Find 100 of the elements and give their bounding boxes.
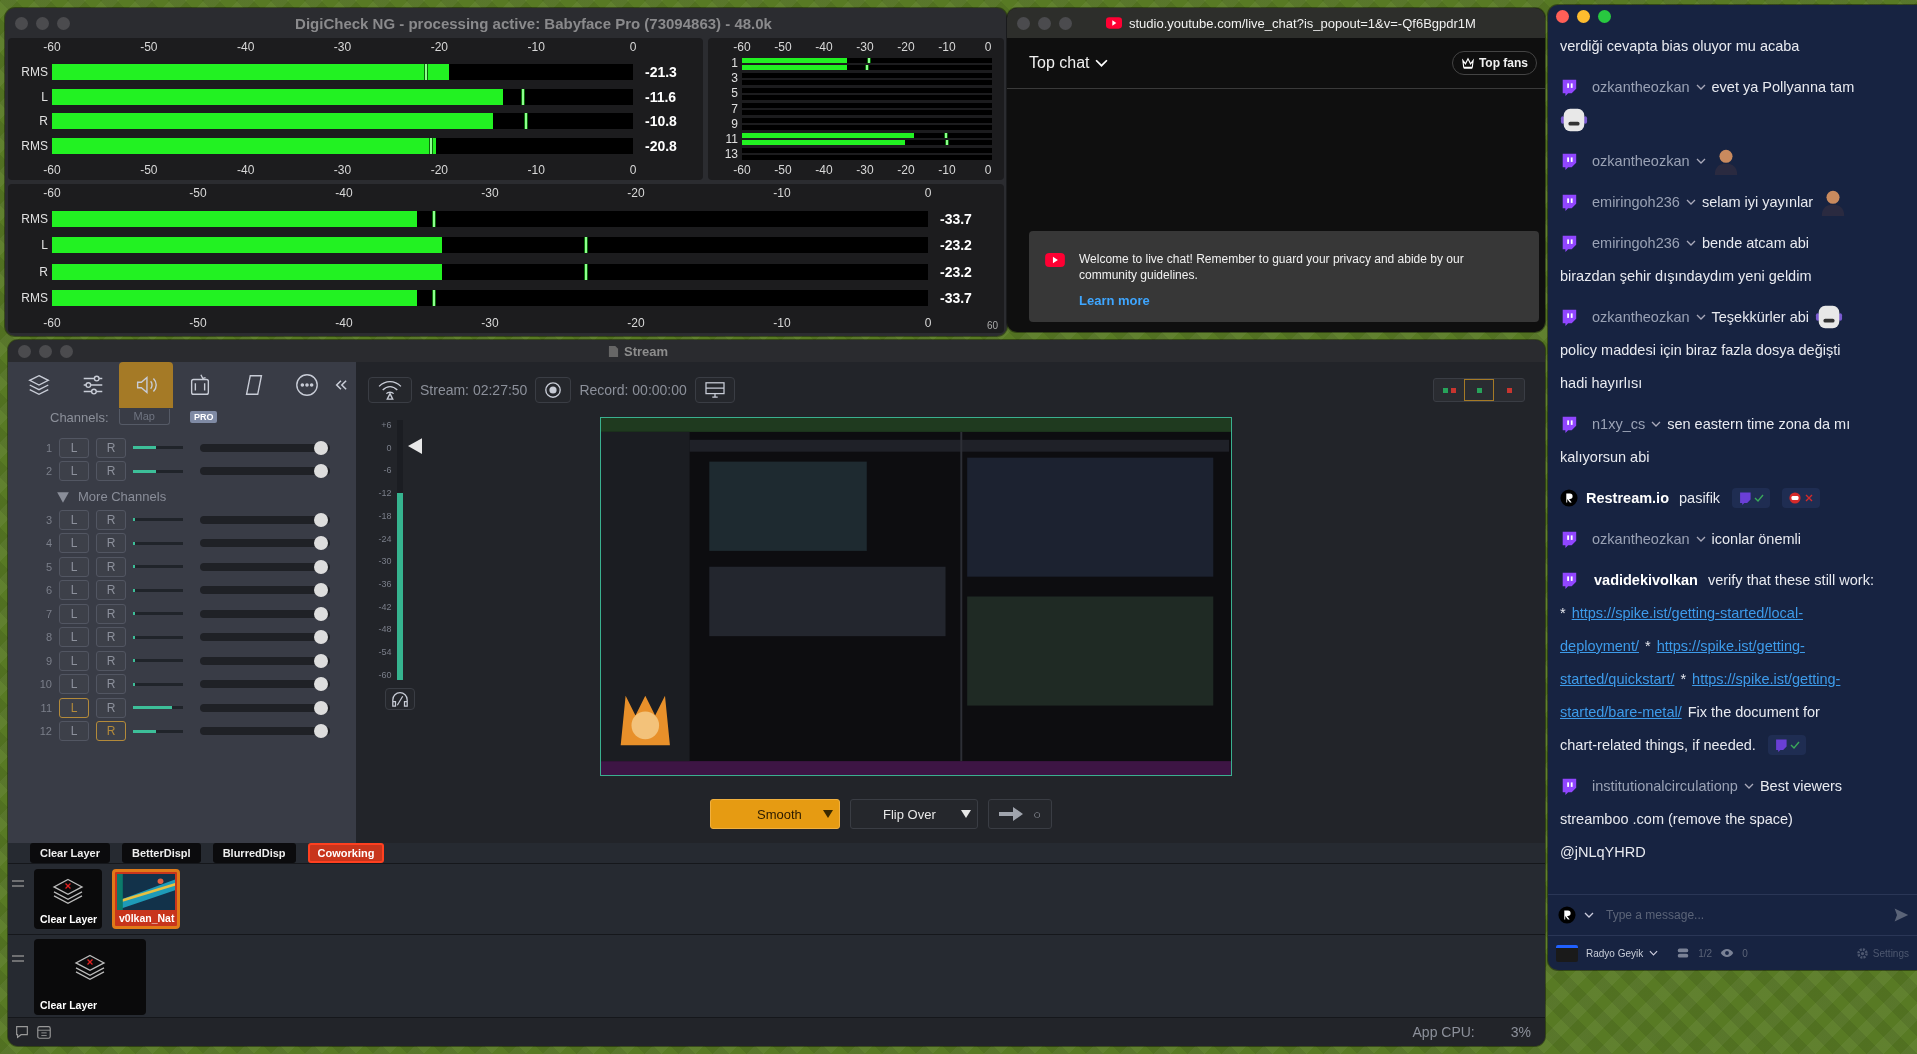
- channel-selector[interactable]: Radyo Geyik: [1586, 947, 1659, 959]
- message-link[interactable]: deployment/: [1560, 637, 1639, 654]
- username: institutionalcirculationp: [1592, 777, 1738, 794]
- audio-tab[interactable]: [119, 362, 174, 408]
- message-link[interactable]: https://spike.ist/getting-started/local-: [1571, 604, 1803, 621]
- left-button[interactable]: L: [59, 603, 89, 624]
- more-channels-toggle[interactable]: More Channels: [8, 483, 356, 508]
- layer-tile[interactable]: BetterDispl: [121, 843, 201, 863]
- gain-marker-icon[interactable]: [407, 438, 422, 454]
- chevron-icon[interactable]: [1651, 420, 1662, 427]
- right-button[interactable]: R: [96, 650, 126, 671]
- effect-dropdown[interactable]: Flip Over: [850, 799, 978, 829]
- left-button[interactable]: L: [59, 674, 89, 695]
- transition-dropdown[interactable]: Smooth: [710, 799, 840, 829]
- slider-thumb[interactable]: [313, 440, 328, 455]
- chevron-icon[interactable]: [1685, 198, 1696, 205]
- channel-label: RMS: [20, 139, 48, 154]
- right-button[interactable]: R: [96, 533, 126, 554]
- left-button[interactable]: L: [59, 556, 89, 577]
- right-button[interactable]: R: [96, 461, 126, 482]
- left-button[interactable]: L: [59, 580, 89, 601]
- volume-slider[interactable]: [200, 467, 330, 476]
- slider-thumb[interactable]: [313, 559, 328, 574]
- volume-slider[interactable]: [200, 633, 330, 642]
- layer-tile[interactable]: Coworking: [307, 843, 385, 863]
- display-button[interactable]: [694, 377, 735, 403]
- slider-thumb[interactable]: [313, 724, 328, 739]
- layout-button[interactable]: [1464, 379, 1494, 401]
- left-button[interactable]: L: [59, 509, 89, 530]
- left-button[interactable]: L: [59, 437, 89, 458]
- volume-slider[interactable]: [200, 609, 330, 618]
- right-button[interactable]: R: [96, 674, 126, 695]
- right-button[interactable]: R: [96, 556, 126, 577]
- drag-handle-icon[interactable]: [12, 955, 24, 963]
- layer-tile[interactable]: Clear Layer: [34, 939, 146, 1015]
- volume-slider[interactable]: [200, 680, 330, 689]
- layer-tile[interactable]: BlurredDisp: [212, 843, 296, 863]
- headphones-button[interactable]: [385, 688, 415, 710]
- layer-name: Clear Layer: [39, 999, 99, 1011]
- left-button[interactable]: L: [59, 533, 89, 554]
- learn-more-link[interactable]: Learn more: [1079, 293, 1150, 308]
- right-button[interactable]: R: [96, 580, 126, 601]
- message-input[interactable]: Type a message...: [1602, 906, 1885, 924]
- volume-slider[interactable]: [200, 562, 330, 571]
- volume-slider[interactable]: [200, 539, 330, 548]
- slider-thumb[interactable]: [313, 606, 328, 621]
- chevron-icon[interactable]: [1695, 313, 1706, 320]
- right-button[interactable]: R: [96, 509, 126, 530]
- left-button[interactable]: L: [59, 697, 89, 718]
- slider-thumb[interactable]: [313, 653, 328, 668]
- send-icon[interactable]: [1893, 907, 1909, 923]
- volume-slider[interactable]: [200, 703, 330, 712]
- youtube-icon: [1106, 17, 1122, 29]
- volume-slider[interactable]: [200, 515, 330, 524]
- chevron-icon[interactable]: [1743, 782, 1754, 789]
- right-button[interactable]: R: [96, 603, 126, 624]
- right-button[interactable]: R: [96, 697, 126, 718]
- left-button[interactable]: L: [59, 721, 89, 742]
- layer-tile[interactable]: Clear Layer: [34, 869, 102, 929]
- slider-thumb[interactable]: [313, 512, 328, 527]
- slider-thumb[interactable]: [313, 536, 328, 551]
- chevron-icon[interactable]: [1695, 83, 1706, 90]
- message-link[interactable]: https://spike.ist/getting-: [1692, 670, 1841, 687]
- chevron-icon[interactable]: [1584, 912, 1594, 918]
- chevron-icon[interactable]: [1695, 535, 1706, 542]
- broadcast-button[interactable]: [368, 377, 412, 403]
- chat-icon[interactable]: [14, 1024, 30, 1040]
- record-button[interactable]: [535, 377, 572, 403]
- message-link[interactable]: https://spike.ist/getting-: [1656, 637, 1805, 654]
- layer-tile[interactable]: Clear Layer: [30, 843, 110, 863]
- slider-thumb[interactable]: [313, 700, 328, 715]
- slider-thumb[interactable]: [313, 464, 328, 479]
- window-controls[interactable]: [1556, 9, 1611, 23]
- chat-mode-dropdown[interactable]: Top chat: [1029, 54, 1109, 72]
- message-link[interactable]: started/quickstart/: [1560, 670, 1675, 687]
- calendar-icon[interactable]: [36, 1024, 52, 1040]
- chevron-icon[interactable]: [1685, 239, 1696, 246]
- right-button[interactable]: R: [96, 437, 126, 458]
- chevron-icon[interactable]: [1695, 157, 1706, 164]
- slider-thumb[interactable]: [313, 583, 328, 598]
- right-button[interactable]: R: [96, 627, 126, 648]
- volume-slider[interactable]: [200, 586, 330, 595]
- volume-slider[interactable]: [200, 656, 330, 665]
- left-button[interactable]: L: [59, 627, 89, 648]
- right-button[interactable]: R: [96, 721, 126, 742]
- next-button[interactable]: ○: [988, 799, 1052, 829]
- volume-slider[interactable]: [200, 727, 330, 736]
- volume-slider[interactable]: [200, 443, 330, 452]
- slider-thumb[interactable]: [313, 677, 328, 692]
- left-button[interactable]: L: [59, 650, 89, 671]
- layer-tile[interactable]: v0lkan_Nat: [112, 869, 180, 929]
- message-link[interactable]: started/bare-metal/: [1560, 703, 1682, 720]
- left-button[interactable]: L: [59, 461, 89, 482]
- slider-thumb[interactable]: [313, 630, 328, 645]
- twitch-icon: [1560, 233, 1578, 252]
- drag-handle-icon[interactable]: [12, 880, 24, 888]
- channel-label: L: [40, 238, 48, 253]
- collapse-icon[interactable]: [334, 379, 349, 391]
- settings-icon: [1855, 946, 1869, 960]
- map-button[interactable]: Map: [118, 409, 170, 425]
